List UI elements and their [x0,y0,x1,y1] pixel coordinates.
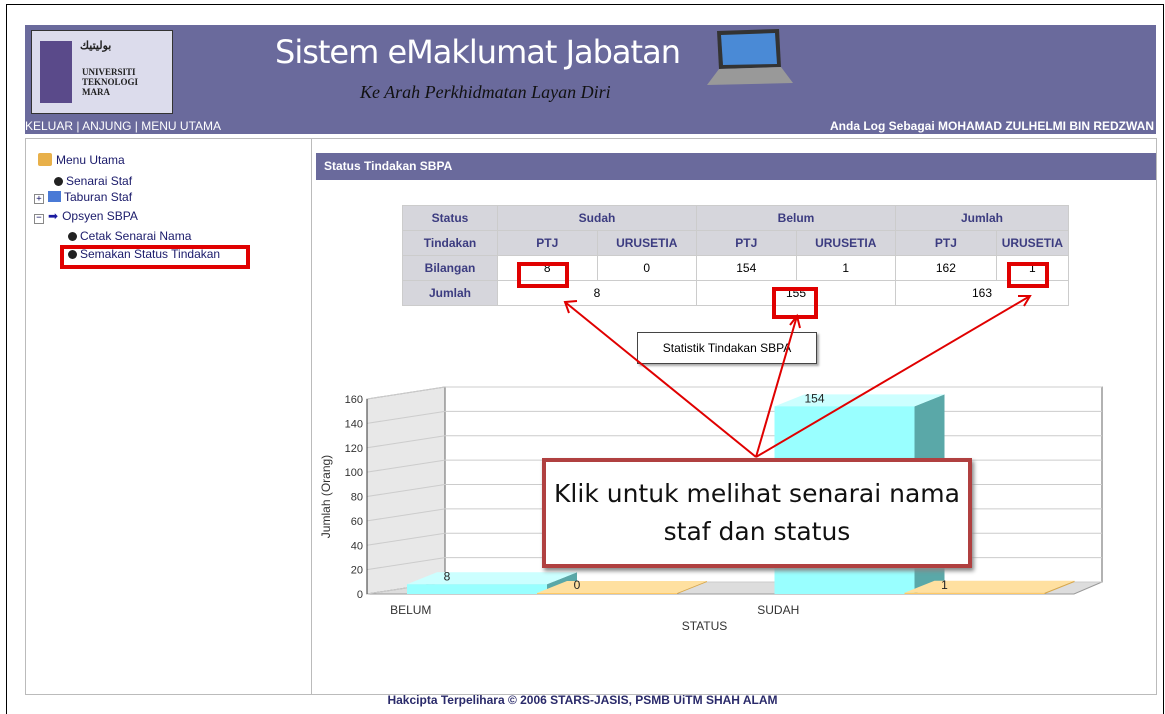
annotation-arrows [563,295,1032,458]
instruction-callout: Klik untuk melihat senarai nama staf dan… [542,458,972,568]
arrow-to-ptj [564,301,757,458]
footer-copyright: Hakcipta Terpelihara © 2006 STARS-JASIS,… [387,693,778,707]
